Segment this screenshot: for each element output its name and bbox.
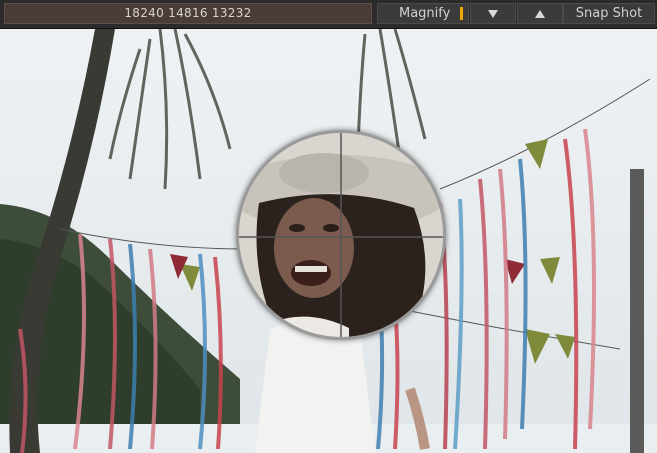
magnify-active-indicator [460, 7, 463, 20]
magnified-image [239, 133, 443, 337]
pixel-value-readout: 18240 14816 13232 [4, 3, 372, 24]
triangle-down-icon [488, 9, 498, 18]
zoom-up-button[interactable] [517, 3, 563, 24]
triangle-up-icon [535, 9, 545, 18]
zoom-down-button[interactable] [470, 3, 516, 24]
toolbar: 18240 14816 13232 Magnify Snap Shot [0, 0, 657, 29]
snap-shot-button[interactable]: Snap Shot [563, 3, 655, 24]
image-viewport[interactable] [0, 29, 657, 453]
magnifier-loupe[interactable] [236, 130, 446, 340]
magnify-button[interactable]: Magnify [377, 3, 469, 24]
magnify-label: Magnify [399, 6, 451, 21]
